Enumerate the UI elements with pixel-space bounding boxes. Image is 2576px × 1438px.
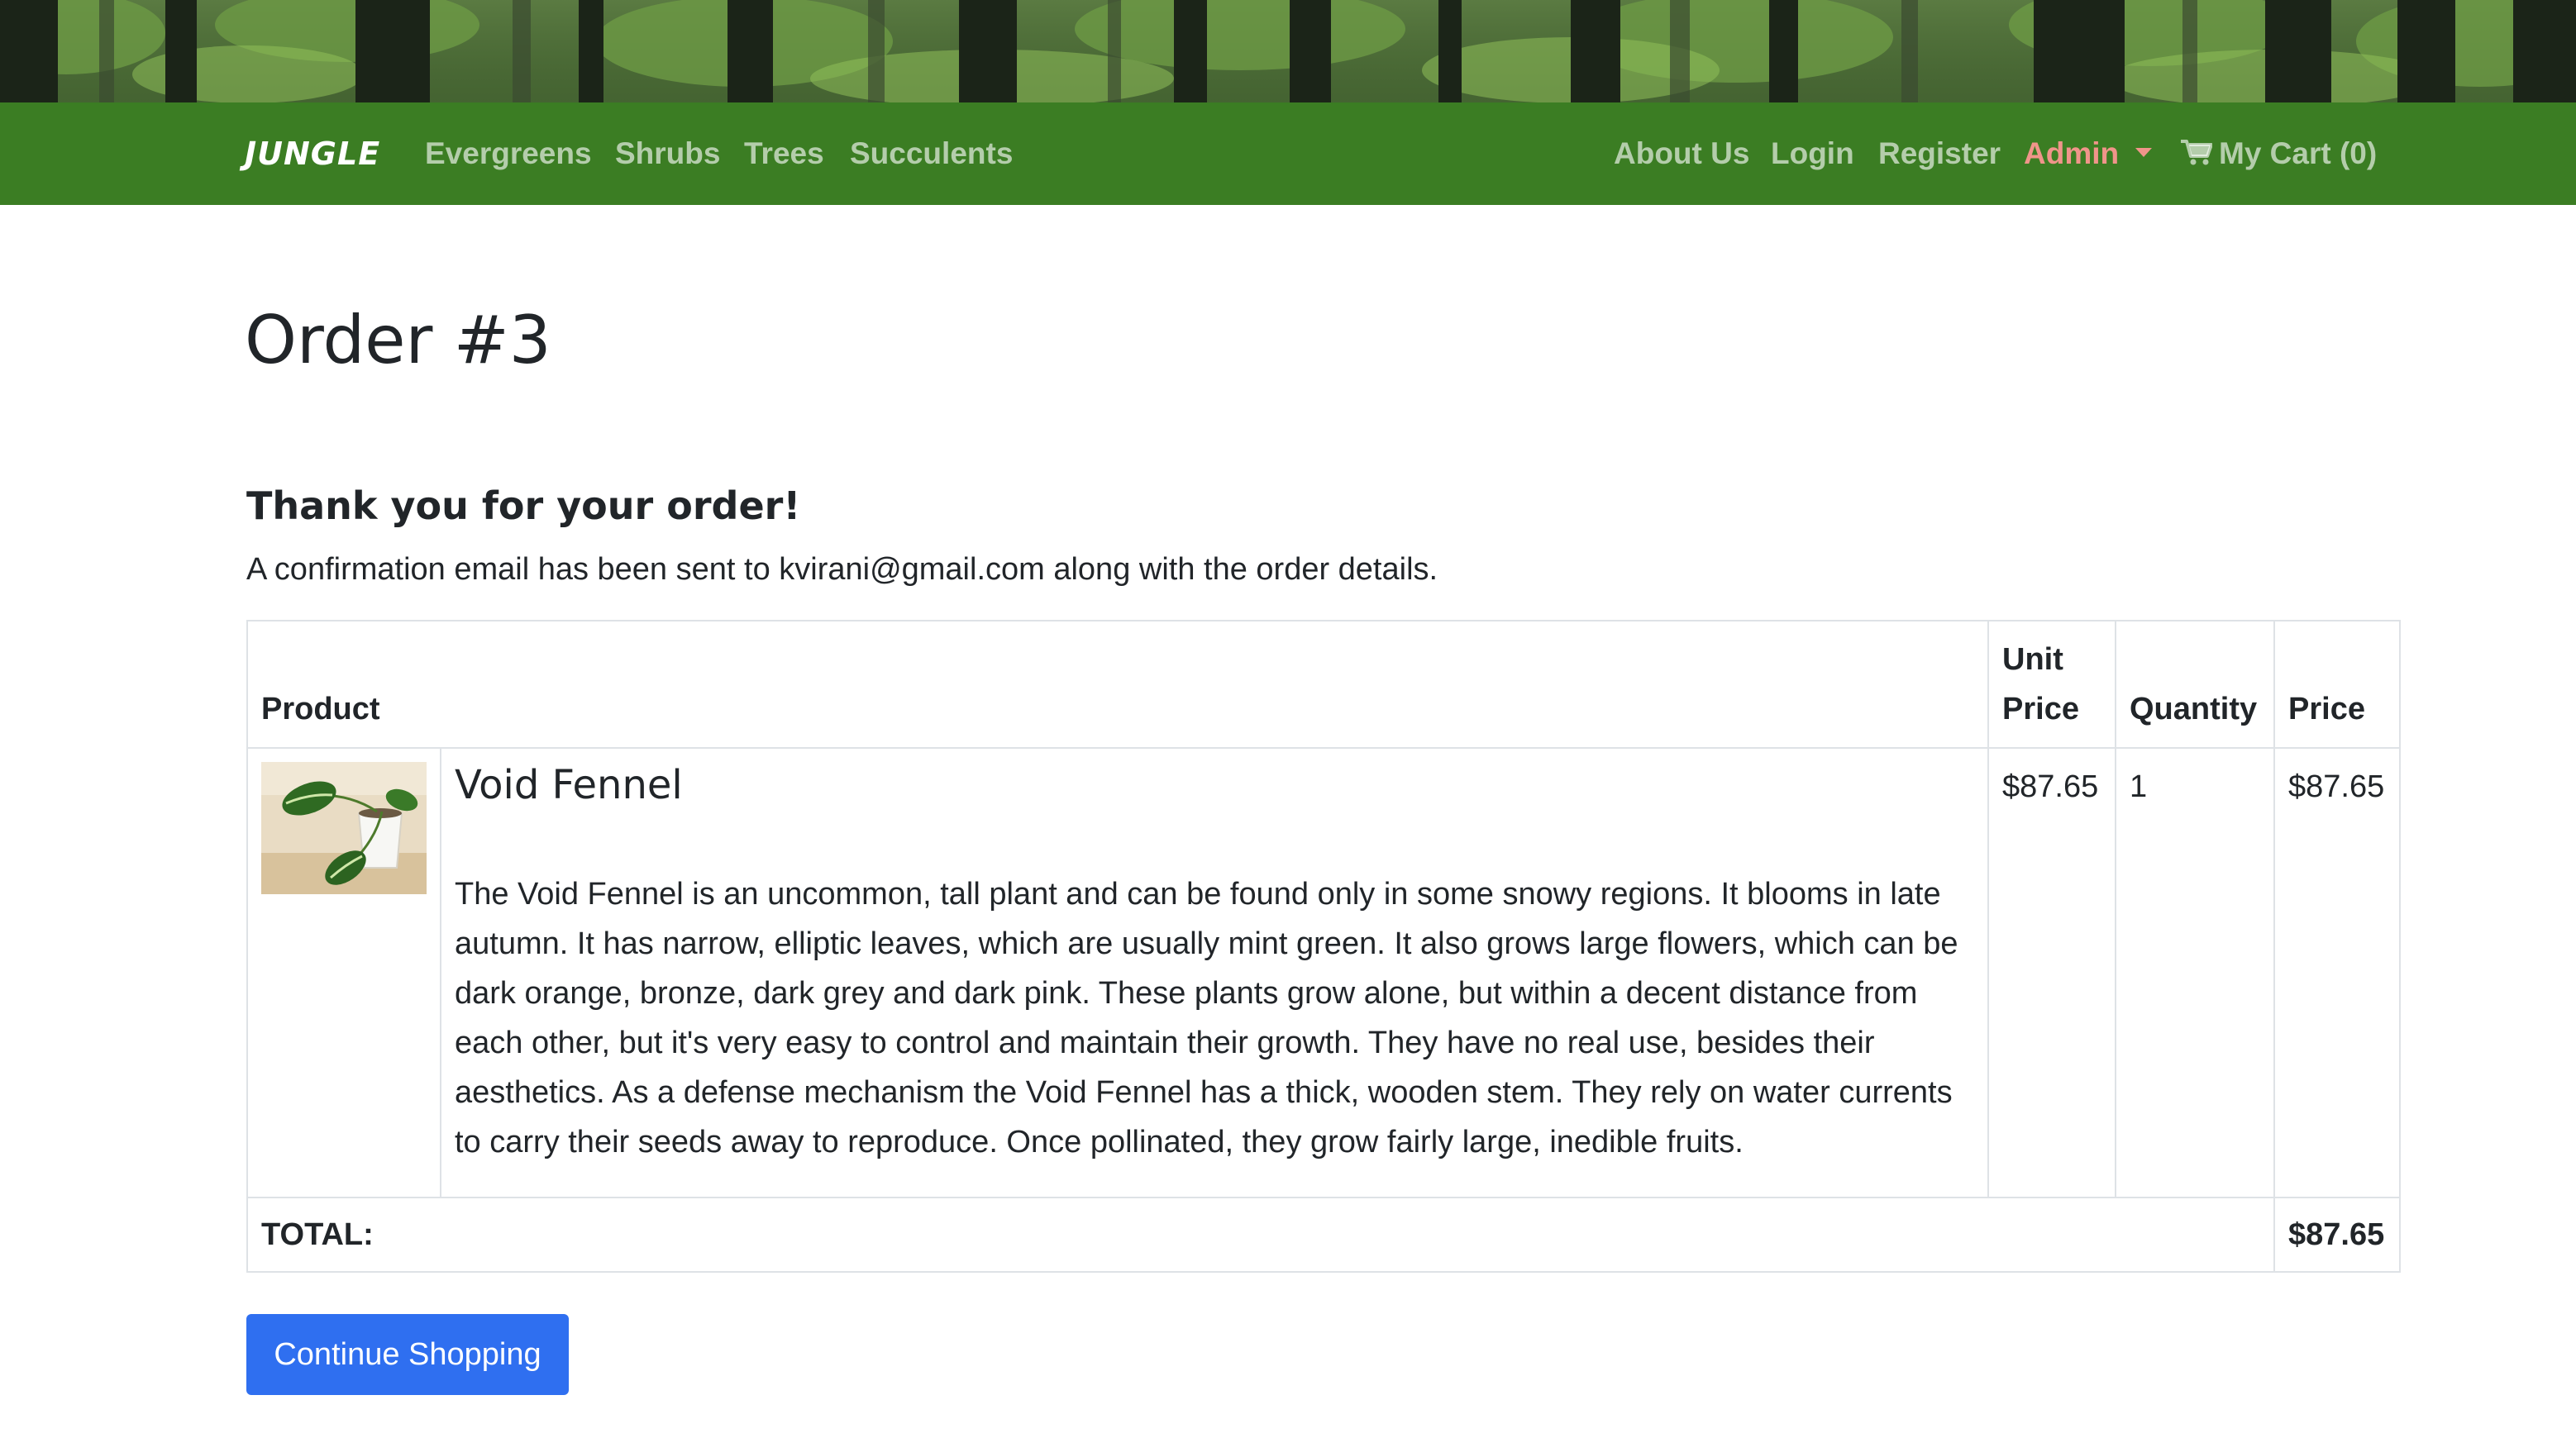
quantity-cell: 1 [2115, 747, 2275, 1198]
total-row: TOTAL: $87.65 [246, 1197, 2401, 1273]
admin-dropdown[interactable]: Admin [2024, 134, 2153, 174]
header-quantity: Quantity [2115, 620, 2275, 749]
top-navbar: JUNGLE Evergreens Shrubs Trees Succulent… [0, 102, 2576, 205]
nav-link-about[interactable]: About Us [1614, 134, 1749, 174]
brand-logo[interactable]: JUNGLE [245, 134, 380, 174]
admin-label: Admin [2024, 136, 2120, 170]
cart-link[interactable]: My Cart (0) [2181, 134, 2377, 174]
nav-link-trees[interactable]: Trees [744, 134, 824, 174]
nav-link-register[interactable]: Register [1878, 134, 2001, 174]
thank-you-heading: Thank you for your order! [246, 483, 801, 528]
table-row: Void Fennel The Void Fennel is an uncomm… [246, 747, 2401, 1198]
product-name: Void Fennel [455, 762, 683, 808]
continue-shopping-button[interactable]: Continue Shopping [246, 1314, 569, 1395]
table-header-row: Product Unit Price Quantity Price [246, 620, 2401, 749]
page-title: Order #3 [245, 302, 551, 379]
nav-link-succulents[interactable]: Succulents [850, 134, 1013, 174]
confirmation-message: A confirmation email has been sent to kv… [246, 552, 1438, 587]
nav-link-login[interactable]: Login [1771, 134, 1854, 174]
product-description: The Void Fennel is an uncommon, tall pla… [455, 877, 1958, 1159]
nav-link-shrubs[interactable]: Shrubs [615, 134, 720, 174]
total-value: $87.65 [2273, 1197, 2401, 1273]
forest-banner [0, 0, 2576, 102]
product-image-cell [246, 747, 441, 1198]
potted-plant-image [261, 762, 427, 894]
chevron-down-icon [2135, 147, 2153, 157]
cart-icon [2181, 140, 2212, 165]
header-price: Price [2273, 620, 2401, 749]
unit-price-cell: $87.65 [1987, 747, 2116, 1198]
header-unit-price: Unit Price [1987, 620, 2116, 749]
nav-link-evergreens[interactable]: Evergreens [425, 134, 592, 174]
cart-label: My Cart (0) [2219, 136, 2378, 170]
total-label: TOTAL: [246, 1197, 2275, 1273]
product-details-cell: Void Fennel The Void Fennel is an uncomm… [440, 747, 1989, 1198]
price-cell: $87.65 [2273, 747, 2401, 1198]
order-table: Product Unit Price Quantity Price Void F… [246, 620, 2401, 1273]
header-product: Product [246, 620, 1989, 749]
